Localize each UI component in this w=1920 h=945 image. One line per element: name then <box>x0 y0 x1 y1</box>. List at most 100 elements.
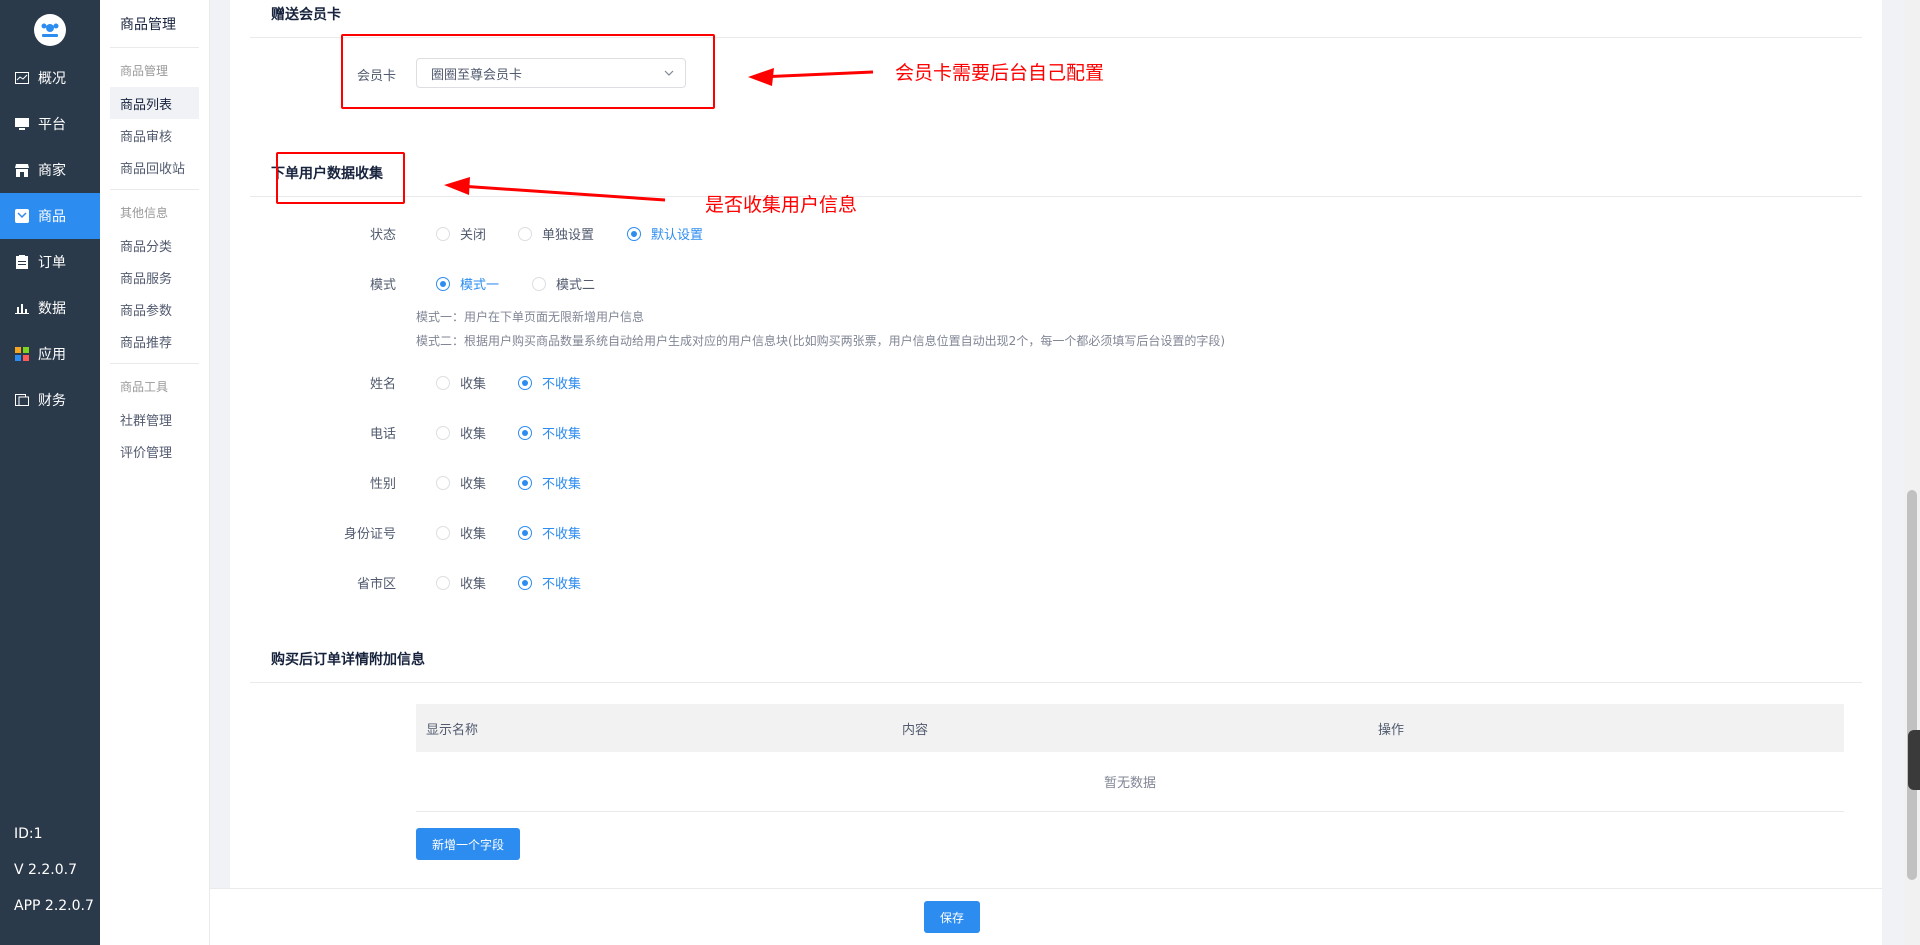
radio-label: 关闭 <box>460 228 487 243</box>
logo-icon <box>41 23 59 37</box>
submenu-item-goods-review[interactable]: 商品审核 <box>110 119 199 151</box>
id-radio-no-collect[interactable]: 不收集 <box>518 523 581 542</box>
radio-dot <box>436 525 450 540</box>
section-title-gift-card: 赠送会员卡 <box>271 7 341 23</box>
nav-item-overview[interactable]: 概况 <box>0 55 100 101</box>
submenu-item-recommend[interactable]: 商品推荐 <box>110 325 199 357</box>
nav-item-data[interactable]: 数据 <box>0 285 100 331</box>
submenu-item-goods-list[interactable]: 商品列表 <box>110 87 199 119</box>
radio-label: 不收集 <box>542 577 582 592</box>
section-title-extra: 购买后订单详情附加信息 <box>271 652 425 668</box>
table-empty-text: 暂无数据 <box>416 752 1844 812</box>
radio-label: 不收集 <box>542 527 582 542</box>
annotation-text-collect-note: 是否收集用户信息 <box>705 194 858 216</box>
submenu-title: 商品管理 <box>110 0 199 48</box>
nav-item-platform[interactable]: 平台 <box>0 101 100 147</box>
phone-radio-collect[interactable]: 收集 <box>436 423 486 442</box>
id-radio-collect[interactable]: 收集 <box>436 523 486 542</box>
gender-radio-no-collect[interactable]: 不收集 <box>518 473 581 492</box>
radio-dot <box>518 375 532 390</box>
status-radio-default[interactable]: 默认设置 <box>627 224 703 243</box>
radio-label: 不收集 <box>542 477 582 492</box>
version: V 2.2.0.7 <box>14 862 78 878</box>
radio-dot <box>436 375 450 390</box>
add-field-button[interactable]: 新增一个字段 <box>416 828 520 860</box>
annotation-text-card-note: 会员卡需要后台自己配置 <box>895 62 1105 84</box>
name-radio-collect[interactable]: 收集 <box>436 373 486 392</box>
status-radio-custom[interactable]: 单独设置 <box>518 224 594 243</box>
divider <box>250 196 1862 197</box>
phone-radio-no-collect[interactable]: 不收集 <box>518 423 581 442</box>
radio-label: 模式二 <box>556 278 596 293</box>
table-header: 显示名称 内容 操作 <box>416 704 1844 752</box>
app-version: APP 2.2.0.7 <box>14 898 94 914</box>
submenu-group-label: 商品工具 <box>120 380 169 394</box>
radio-label: 收集 <box>460 377 487 392</box>
column-header-content: 内容 <box>902 722 929 738</box>
radio-label: 不收集 <box>542 427 582 442</box>
radio-dot <box>436 575 450 590</box>
submenu-item-recycle-bin[interactable]: 商品回收站 <box>110 151 199 183</box>
radio-label: 收集 <box>460 427 487 442</box>
nav-label: 平台 <box>38 117 66 133</box>
nav-item-order[interactable]: 订单 <box>0 239 100 285</box>
radio-dot <box>518 226 532 241</box>
annotation-box-member-card <box>341 34 715 109</box>
radio-dot <box>627 226 641 241</box>
content-panel: 赠送会员卡 会员卡 圈圈至尊会员卡 下单用户数据收集 状态 关闭 单独设置 默认… <box>230 0 1882 888</box>
page-scrollbar[interactable] <box>1904 0 1920 945</box>
name-radio-no-collect[interactable]: 不收集 <box>518 373 581 392</box>
submenu-item-service[interactable]: 商品服务 <box>110 261 199 293</box>
gender-radio-collect[interactable]: 收集 <box>436 473 486 492</box>
status-label: 状态 <box>369 228 396 243</box>
submenu-group-label: 商品管理 <box>120 64 169 78</box>
main-sidebar: 概况 平台 商家 商品 订单 数据 应用 财务 ID:1 V 2.2.0.7 A… <box>0 0 100 945</box>
submenu-item-category[interactable]: 商品分类 <box>110 229 199 261</box>
nav-label: 商家 <box>38 163 66 179</box>
save-button[interactable]: 保存 <box>924 901 980 933</box>
status-radio-off[interactable]: 关闭 <box>436 224 486 243</box>
footer-bar: 保存 <box>210 888 1882 945</box>
submenu-group-label: 其他信息 <box>120 206 169 220</box>
goods-icon <box>14 208 30 224</box>
nav-item-finance[interactable]: 财务 <box>0 377 100 423</box>
radio-dot <box>518 525 532 540</box>
region-radio-collect[interactable]: 收集 <box>436 573 486 592</box>
user-id: ID:1 <box>14 826 43 842</box>
field-label-name: 姓名 <box>369 377 396 392</box>
annotation-box-collect-title <box>276 152 405 204</box>
chart-icon <box>14 70 30 86</box>
radio-label: 收集 <box>460 577 487 592</box>
store-icon <box>14 162 30 178</box>
finance-icon <box>14 392 30 408</box>
mode-hint-2: 模式二：根据用户购买商品数量系统自动给用户生成对应的用户信息块(比如购买两张票，… <box>416 334 1226 348</box>
nav-label: 商品 <box>38 209 66 225</box>
nav-label: 数据 <box>38 301 66 317</box>
mode-label: 模式 <box>369 278 396 293</box>
monitor-icon <box>14 116 30 132</box>
sub-menu: 商品管理 商品管理 商品列表 商品审核 商品回收站 其他信息 商品分类 商品服务… <box>100 0 210 945</box>
nav-item-apps[interactable]: 应用 <box>0 331 100 377</box>
nav-item-merchant[interactable]: 商家 <box>0 147 100 193</box>
scrollbar-thumb[interactable] <box>1907 490 1917 880</box>
mode-hint-1: 模式一：用户在下单页面无限新增用户信息 <box>416 310 645 324</box>
edge-widget[interactable] <box>1908 730 1920 790</box>
submenu-item-community[interactable]: 社群管理 <box>110 403 199 435</box>
radio-label: 默认设置 <box>651 228 704 243</box>
submenu-item-params[interactable]: 商品参数 <box>110 293 199 325</box>
region-radio-no-collect[interactable]: 不收集 <box>518 573 581 592</box>
logo[interactable] <box>34 14 66 46</box>
nav-label: 财务 <box>38 393 66 409</box>
bar-chart-icon <box>14 300 30 316</box>
extra-fields-table: 显示名称 内容 操作 暂无数据 <box>416 704 1844 812</box>
radio-dot <box>518 475 532 490</box>
nav-label: 概况 <box>38 71 66 87</box>
submenu-item-reviews[interactable]: 评价管理 <box>110 435 199 467</box>
mode-radio-one[interactable]: 模式一 <box>436 274 499 293</box>
nav-item-goods[interactable]: 商品 <box>0 193 100 239</box>
main-nav: 概况 平台 商家 商品 订单 数据 应用 财务 <box>0 55 100 423</box>
field-label-phone: 电话 <box>369 427 396 442</box>
nav-label: 应用 <box>38 347 66 363</box>
radio-label: 收集 <box>460 477 487 492</box>
mode-radio-two[interactable]: 模式二 <box>532 274 595 293</box>
